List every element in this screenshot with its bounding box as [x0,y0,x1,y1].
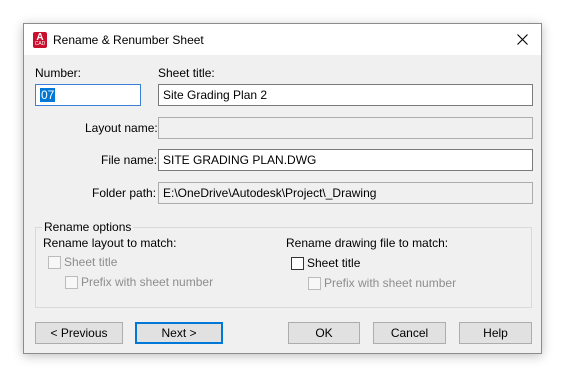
drawing-prefix-label: Prefix with sheet number [324,276,457,290]
number-field[interactable]: 07 [35,84,141,106]
rename-renumber-dialog: A CAD Rename & Renumber Sheet Number: 07… [23,23,542,354]
layout-sheet-title-checkbox[interactable] [48,256,61,269]
drawing-prefix-checkbox[interactable] [308,277,321,290]
file-name-field[interactable]: SITE GRADING PLAN.DWG [158,149,533,171]
close-icon [517,34,528,45]
cancel-button[interactable]: Cancel [373,322,446,344]
layout-prefix-label: Prefix with sheet number [81,275,214,289]
rename-drawing-heading: Rename drawing file to match: [286,236,449,250]
layout-name-field [158,117,533,139]
next-button[interactable]: Next > [135,322,223,344]
previous-button[interactable]: < Previous [35,322,123,344]
file-name-label: File name: [101,153,158,167]
drawing-sheet-title-label: Sheet title [307,256,361,270]
number-value: 07 [40,88,56,102]
layout-sheet-title-label: Sheet title [64,255,118,269]
window-title: Rename & Renumber Sheet [53,33,204,47]
sheet-title-label: Sheet title: [158,66,215,80]
layout-name-label: Layout name: [85,121,158,135]
rename-layout-heading: Rename layout to match: [43,236,177,250]
layout-prefix-checkbox[interactable] [65,276,78,289]
ok-button[interactable]: OK [288,322,360,344]
drawing-sheet-title-checkbox[interactable] [291,257,304,270]
title-bar: A CAD Rename & Renumber Sheet [24,24,541,55]
app-icon-sub: CAD [34,41,46,47]
folder-path-label: Folder path: [92,186,157,200]
folder-path-field: E:\OneDrive\Autodesk\Project\_Drawing [158,182,533,204]
sheet-title-field[interactable]: Site Grading Plan 2 [158,84,533,106]
number-label: Number: [35,66,82,80]
close-button[interactable] [505,24,541,55]
help-button[interactable]: Help [459,322,532,344]
rename-options-legend: Rename options [42,220,134,234]
autocad-app-icon: A CAD [33,32,47,48]
